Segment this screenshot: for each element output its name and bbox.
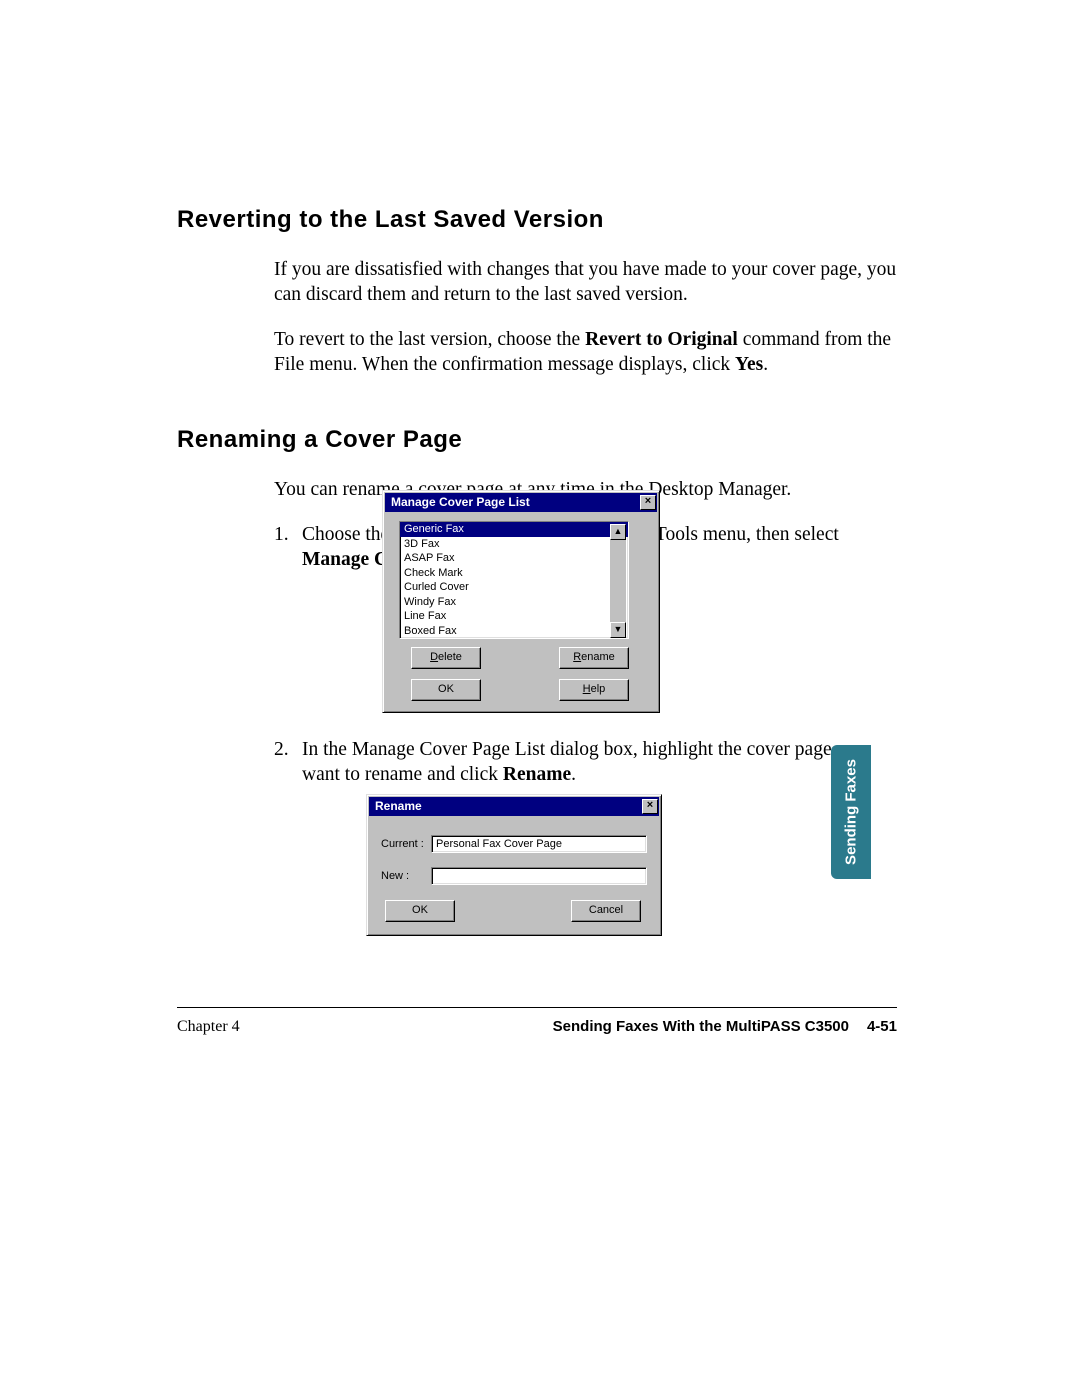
rename-dialog: Rename × Current : Personal Fax Cover Pa… (366, 794, 662, 936)
footer-chapter: Chapter 4 (177, 1018, 240, 1036)
close-button[interactable]: × (640, 495, 656, 510)
step-2: 2. In the Manage Cover Page List dialog … (274, 738, 897, 788)
dialog-titlebar: Rename × (369, 797, 659, 816)
footer-title: Sending Faxes With the MultiPASS C35004-… (553, 1018, 897, 1036)
list-item[interactable]: Generic Fax (400, 522, 628, 537)
dialog-title: Manage Cover Page List (391, 493, 530, 512)
dialog-titlebar: Manage Cover Page List × (385, 493, 657, 512)
section-tab-sending-faxes: Sending Faxes (831, 745, 871, 879)
current-label: Current : (381, 838, 431, 850)
ok-button[interactable]: OK (385, 900, 455, 922)
footer-rule (177, 1007, 897, 1008)
list-item[interactable]: Line Fax (400, 609, 628, 624)
list-item[interactable]: Check Mark (400, 566, 628, 581)
current-name-field: Personal Fax Cover Page (431, 835, 647, 853)
ok-button[interactable]: OK (411, 679, 481, 701)
help-button[interactable]: Help (559, 679, 629, 701)
delete-button[interactable]: Delete (411, 647, 481, 669)
rename-button[interactable]: Rename (559, 647, 629, 669)
heading-reverting: Reverting to the Last Saved Version (177, 206, 897, 234)
list-item[interactable]: FYI Fax (400, 638, 628, 639)
list-item[interactable]: Boxed Fax (400, 624, 628, 639)
new-label: New : (381, 870, 431, 882)
dialog-title: Rename (375, 797, 422, 816)
heading-renaming: Renaming a Cover Page (177, 426, 897, 454)
scroll-down-icon[interactable]: ▼ (610, 622, 626, 638)
scrollbar[interactable]: ▲ ▼ (610, 524, 626, 638)
cancel-button[interactable]: Cancel (571, 900, 641, 922)
list-item[interactable]: ASAP Fax (400, 551, 628, 566)
manage-cover-page-list-dialog: Manage Cover Page List × Generic Fax 3D … (382, 490, 660, 713)
para-revert-intro: If you are dissatisfied with changes tha… (274, 258, 897, 308)
close-button[interactable]: × (642, 799, 658, 814)
list-item[interactable]: Curled Cover (400, 580, 628, 595)
list-item[interactable]: Windy Fax (400, 595, 628, 610)
scroll-track[interactable] (610, 540, 626, 622)
list-item[interactable]: 3D Fax (400, 537, 628, 552)
cover-page-listbox[interactable]: Generic Fax 3D Fax ASAP Fax Check Mark C… (399, 521, 629, 639)
para-revert-howto: To revert to the last version, choose th… (274, 328, 897, 378)
new-name-field[interactable] (431, 867, 647, 885)
scroll-up-icon[interactable]: ▲ (610, 524, 626, 540)
